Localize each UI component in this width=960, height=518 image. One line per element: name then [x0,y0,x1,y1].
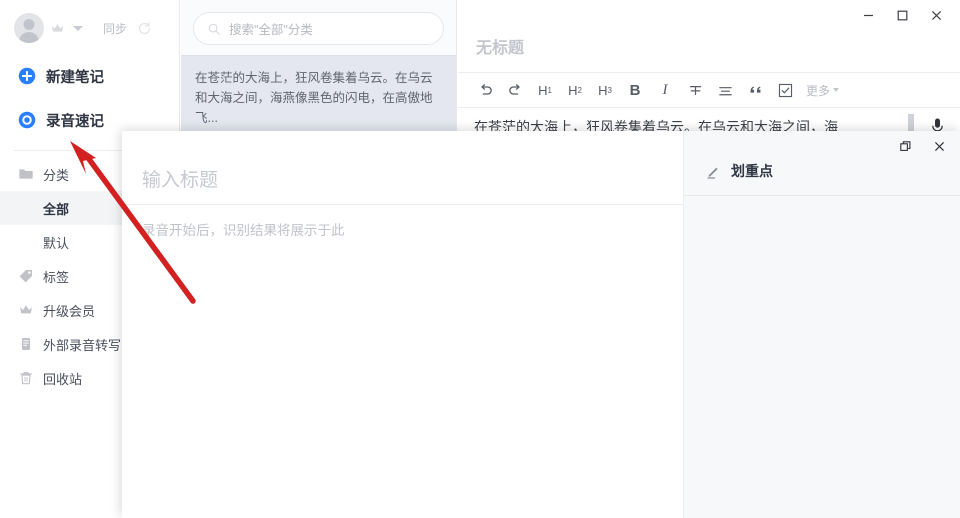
sidebar-item-label-default: 默认 [43,235,70,251]
dialog-title-input[interactable]: 输入标题 [122,131,683,204]
plus-circle-icon [18,67,36,85]
heading-1-sub: 1 [547,85,552,95]
quote-button[interactable] [740,75,770,105]
search-icon [208,23,220,35]
sidebar-item-label-external-transcribe: 外部录音转写 [43,337,122,353]
more-button[interactable]: 更多 [806,82,840,99]
dialog-window-controls [892,135,952,157]
close-button[interactable] [922,3,950,27]
minimize-icon [863,14,873,16]
undo-button[interactable] [470,75,500,105]
restore-icon [899,140,910,151]
dialog-close-button[interactable] [926,135,952,157]
search-placeholder: 搜索"全部"分类 [229,23,313,37]
highlight-label: 划重点 [731,163,773,179]
new-note-button[interactable]: 新建笔记 [0,56,179,96]
voice-note-dialog: 输入标题 录音开始后，识别结果将展示于此 划重点 [122,131,960,518]
voice-note-label: 录音速记 [46,113,104,130]
list-item[interactable]: 在苍茫的大海上，狂风卷集着乌云。在乌云和大海之间，海燕像黑色的闪电，在高傲地飞.… [181,55,456,143]
align-button[interactable] [710,75,740,105]
tag-icon [19,270,32,283]
heading-2-sub: 2 [577,85,582,95]
dialog-body-placeholder[interactable]: 录音开始后，识别结果将展示于此 [122,205,683,239]
page-title[interactable]: 无标题 [458,30,960,72]
more-label: 更多 [806,83,831,98]
crown-icon[interactable] [50,21,65,36]
strikethrough-button[interactable] [680,75,710,105]
sidebar-item-label-trash: 回收站 [43,371,83,387]
heading-2-label: H [568,82,578,98]
dialog-right-panel: 划重点 [683,131,960,518]
sidebar-item-label-upgrade: 升级会员 [43,303,96,319]
heading-3-sub: 3 [607,85,612,95]
checkbox-icon [778,83,792,97]
heading-3-label: H [598,82,608,98]
close-icon [931,10,941,20]
chevron-down-icon[interactable] [73,25,83,31]
crown-icon [20,305,32,314]
heading-3-button[interactable]: H3 [590,75,620,105]
bold-button[interactable]: B [620,75,650,105]
trash-icon [20,372,32,385]
checklist-button[interactable] [770,75,800,105]
sync-label: 同步 [103,21,128,36]
search-wrapper: 搜索"全部"分类 [181,0,456,55]
sidebar-item-label-category: 分类 [43,167,70,183]
chevron-down-icon [833,88,840,92]
dialog-restore-button[interactable] [892,135,918,157]
quote-icon [750,86,760,93]
redo-button[interactable] [500,75,530,105]
dialog-left-panel: 输入标题 录音开始后，识别结果将展示于此 [122,131,683,518]
account-row[interactable]: 同步 [0,0,179,56]
italic-button[interactable]: I [650,75,680,105]
user-avatar-icon[interactable] [14,13,44,43]
sidebar-item-label-all: 全部 [43,201,70,217]
folder-icon [19,169,33,179]
transcribe-icon [22,338,30,350]
heading-1-label: H [538,82,548,98]
sidebar-item-label-tags: 标签 [43,269,70,285]
align-icon [718,86,732,95]
record-circle-icon [18,111,36,129]
new-note-label: 新建笔记 [46,69,104,86]
maximize-button[interactable] [888,3,916,27]
search-input[interactable]: 搜索"全部"分类 [193,12,444,45]
note-preview-text: 在苍茫的大海上，狂风卷集着乌云。在乌云和大海之间，海燕像黑色的闪电，在高傲地飞.… [195,71,433,125]
minimize-button[interactable] [854,3,882,27]
heading-1-button[interactable]: H1 [530,75,560,105]
highlight-divider [684,195,960,196]
heading-2-button[interactable]: H2 [560,75,590,105]
editor-toolbar: H1 H2 H3 B I 更多 [458,72,960,108]
pen-icon [707,167,718,179]
close-icon [934,141,944,151]
maximize-icon [897,10,907,20]
strikethrough-icon [689,85,701,95]
app-root: 同步 新建笔记 录音速记 分类 全部 默认 标签 升级会员 外部录音转写 回收站… [0,0,960,518]
undo-icon [480,83,492,95]
window-controls [458,0,960,30]
redo-icon [508,83,520,95]
refresh-icon[interactable] [137,21,152,36]
